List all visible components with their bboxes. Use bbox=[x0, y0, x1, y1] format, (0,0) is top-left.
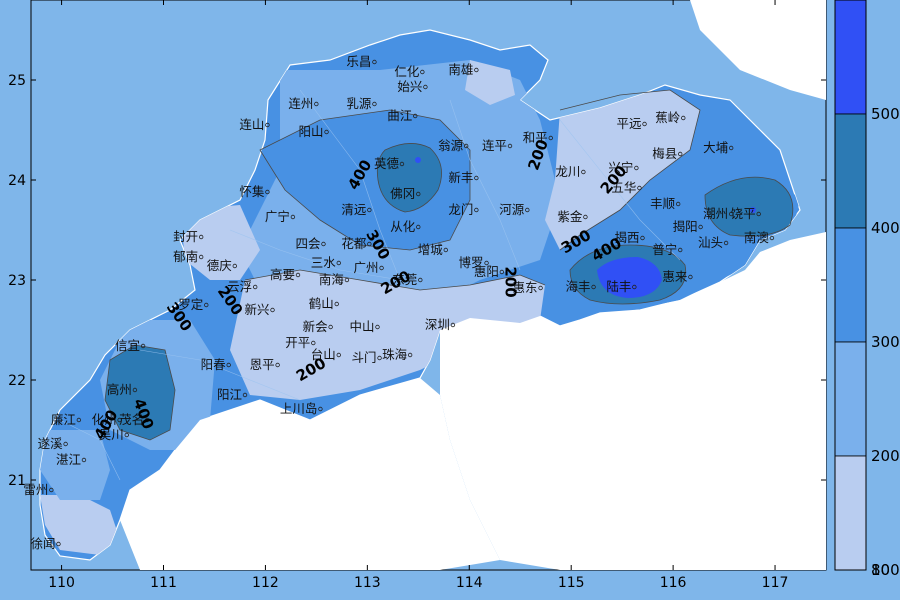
city-label: 新兴 bbox=[245, 302, 270, 317]
city-label: 三水 bbox=[311, 255, 337, 270]
colorbar: 50040030020010080 bbox=[834, 0, 900, 579]
city-label: 英德 bbox=[374, 156, 400, 171]
city-label: 信宜 bbox=[115, 338, 140, 353]
city-label: 南澳 bbox=[744, 230, 770, 245]
city-label: 开平 bbox=[285, 335, 310, 350]
city-label: 曲江 bbox=[387, 108, 412, 123]
colorbar-label: 500 bbox=[871, 105, 900, 123]
city-label: 丰顺 bbox=[650, 196, 675, 211]
city-label: 上川岛 bbox=[280, 401, 318, 416]
city-label: 乳源 bbox=[346, 96, 372, 111]
city-label: 花都 bbox=[341, 236, 367, 251]
city-label: 封开 bbox=[173, 229, 198, 244]
city-label: 廉江 bbox=[51, 412, 76, 427]
city-label: 四会 bbox=[295, 236, 321, 251]
colorbar-cell bbox=[834, 0, 867, 115]
city-label: 遂溪 bbox=[38, 436, 64, 451]
city-label: 潮州 bbox=[703, 206, 728, 221]
city-label: 阳春 bbox=[201, 357, 227, 372]
city-label: 惠来 bbox=[662, 269, 688, 284]
city-label: 饶平 bbox=[731, 206, 756, 221]
x-tick-label: 110 bbox=[48, 575, 75, 591]
city-label: 新会 bbox=[303, 319, 329, 334]
city-label: 平远 bbox=[617, 116, 643, 131]
city-label: 大埔 bbox=[703, 140, 729, 155]
rainfall-map: 乐昌仁化 南雄始兴连州 乳源连山 阳山曲江翁源 连平和平平远 蕉岭英德新丰 龙川 兴宁梅县 大埔… bbox=[8, 0, 900, 591]
city-label: 惠阳 bbox=[474, 264, 499, 279]
colorbar-cell bbox=[834, 113, 867, 229]
city-label: 揭阳 bbox=[673, 219, 698, 234]
city-label: 从化 bbox=[390, 219, 416, 234]
city-label: 广州 bbox=[354, 260, 379, 275]
city-label: 南海 bbox=[319, 272, 345, 287]
city-label: 汕头 bbox=[698, 235, 723, 250]
city-label: 湛江 bbox=[56, 452, 81, 467]
colorbar-cell bbox=[834, 341, 867, 457]
colorbar-labels: 50040030020010080 bbox=[871, 105, 900, 579]
city-label: 珠海 bbox=[382, 347, 408, 362]
city-label: 中山 bbox=[349, 319, 374, 334]
city-label: 斗门 bbox=[352, 350, 377, 365]
city-label: 郁南 bbox=[173, 249, 198, 264]
x-tick-label: 116 bbox=[660, 575, 687, 591]
city-label: 恩平 bbox=[250, 357, 275, 372]
city-label: 增城 bbox=[418, 242, 444, 257]
city-label: 高州 bbox=[107, 382, 132, 397]
peak-dot-yingde bbox=[415, 157, 421, 163]
city-label: 海丰 bbox=[566, 279, 591, 294]
city-label: 高要 bbox=[270, 267, 295, 282]
colorbar-cell bbox=[834, 227, 867, 343]
city-label: 阳江 bbox=[217, 387, 242, 402]
city-label: 梅县 bbox=[652, 146, 677, 161]
x-tick-label: 117 bbox=[762, 575, 789, 591]
y-tick-label: 24 bbox=[8, 173, 26, 189]
city-label: 河源 bbox=[499, 202, 525, 217]
city-label: 徐闻 bbox=[30, 536, 55, 551]
city-label: 龙门 bbox=[448, 202, 473, 217]
city-label: 始兴 bbox=[397, 79, 422, 94]
city-marker: 上川岛 bbox=[280, 401, 323, 416]
x-tick-label: 115 bbox=[558, 575, 585, 591]
city-label: 陆丰 bbox=[606, 279, 631, 294]
y-tick-label: 23 bbox=[8, 273, 26, 289]
x-tick-label: 114 bbox=[456, 575, 483, 591]
city-label: 南雄 bbox=[448, 62, 473, 77]
x-tick-label: 111 bbox=[150, 575, 177, 591]
city-label: 广宁 bbox=[265, 209, 290, 224]
y-tick-label: 25 bbox=[8, 73, 26, 89]
colorbar-cell bbox=[834, 455, 867, 571]
city-label: 龙川 bbox=[555, 164, 580, 179]
colorbar-label: 80 bbox=[871, 561, 890, 579]
colorbar-label: 400 bbox=[871, 219, 900, 237]
colorbar-label: 300 bbox=[871, 333, 900, 351]
city-label: 深圳 bbox=[425, 317, 450, 332]
city-label: 鹤山 bbox=[309, 296, 334, 311]
city-label: 清远 bbox=[341, 202, 367, 217]
x-tick-label: 112 bbox=[252, 575, 279, 591]
colorbar-cells bbox=[834, 0, 867, 571]
city-label: 连州 bbox=[288, 96, 313, 111]
city-label: 佛冈 bbox=[390, 186, 415, 201]
city-label: 连平 bbox=[482, 138, 507, 153]
contour-label: 200 bbox=[502, 266, 520, 297]
city-label: 连山 bbox=[239, 117, 264, 132]
colorbar-label: 200 bbox=[871, 447, 900, 465]
city-label: 蕉岭 bbox=[655, 110, 680, 125]
city-label: 怀集 bbox=[239, 184, 265, 199]
city-label: 阳山 bbox=[299, 124, 324, 139]
city-label: 翁源 bbox=[438, 138, 464, 153]
city-label: 乐昌 bbox=[346, 54, 371, 69]
y-tick-label: 22 bbox=[8, 373, 26, 389]
city-label: 德庆 bbox=[207, 258, 233, 273]
y-tick-label: 21 bbox=[8, 473, 26, 489]
city-label: 普宁 bbox=[652, 242, 677, 257]
city-label: 雷州 bbox=[23, 482, 48, 497]
city-label: 新丰 bbox=[448, 170, 473, 185]
city-label: 紫金 bbox=[557, 209, 583, 224]
x-tick-label: 113 bbox=[354, 575, 381, 591]
city-label: 仁化 bbox=[394, 64, 420, 79]
